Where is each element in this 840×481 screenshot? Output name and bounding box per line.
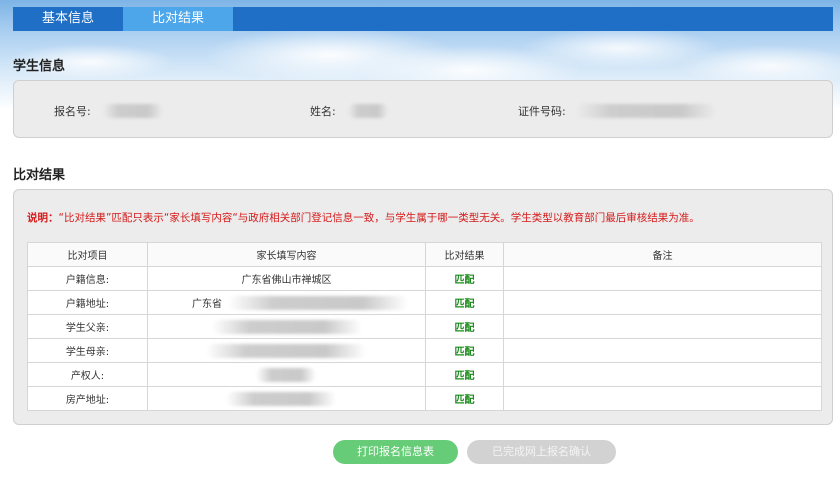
row-remark xyxy=(503,386,822,411)
header-item: 比对项目 xyxy=(27,242,148,267)
id-number-field: 证件号码: xyxy=(518,103,716,119)
mother-redacted xyxy=(206,344,366,358)
table-row: 户籍地址: 广东省 匹配 xyxy=(27,290,822,315)
tab-bar: 基本信息 比对结果 xyxy=(13,7,833,31)
tab-comparison-result[interactable]: 比对结果 xyxy=(123,7,233,31)
name-label: 姓名: xyxy=(310,105,336,118)
row-remark xyxy=(503,338,822,363)
comparison-result-panel: 说明：“比对结果”匹配只表示“家长填写内容“与政府相关部门登记信息一致，与学生属… xyxy=(13,189,833,425)
name-field: 姓名: xyxy=(310,103,388,119)
table-row: 房产地址: 匹配 xyxy=(27,386,822,411)
row-result: 匹配 xyxy=(425,362,504,387)
comparison-table: 比对项目 家长填写内容 比对结果 备注 户籍信息: 广东省佛山市禅城区 匹配 户… xyxy=(27,242,822,411)
registration-number-field: 报名号: xyxy=(54,103,163,119)
table-row: 户籍信息: 广东省佛山市禅城区 匹配 xyxy=(27,266,822,291)
property-address-redacted xyxy=(226,392,336,406)
table-header-row: 比对项目 家长填写内容 比对结果 备注 xyxy=(27,242,822,267)
row-content: 广东省佛山市禅城区 xyxy=(147,266,426,291)
table-row: 产权人: 匹配 xyxy=(27,362,822,387)
row-content xyxy=(147,362,426,387)
registration-number-label: 报名号: xyxy=(54,105,91,118)
comparison-result-title: 比对结果 xyxy=(13,168,66,183)
row-result: 匹配 xyxy=(425,266,504,291)
tab-basic-info[interactable]: 基本信息 xyxy=(13,7,123,31)
row-item: 学生母亲: xyxy=(27,338,148,363)
note-prefix: 说明： xyxy=(27,212,59,224)
comparison-note: 说明：“比对结果”匹配只表示“家长填写内容“与政府相关部门登记信息一致，与学生属… xyxy=(27,210,700,225)
id-number-redacted xyxy=(575,104,716,118)
row-remark xyxy=(503,314,822,339)
table-row: 学生母亲: 匹配 xyxy=(27,338,822,363)
student-info-title: 学生信息 xyxy=(13,59,66,74)
id-number-label: 证件号码: xyxy=(518,105,566,118)
row-result: 匹配 xyxy=(425,290,504,315)
row-content-text: 广东省 xyxy=(192,299,222,310)
row-item: 户籍地址: xyxy=(27,290,148,315)
header-remark: 备注 xyxy=(503,242,822,267)
row-remark xyxy=(503,266,822,291)
registration-number-redacted xyxy=(102,104,163,118)
row-content: 广东省 xyxy=(147,290,426,315)
address-redacted xyxy=(228,296,408,310)
name-redacted xyxy=(347,104,388,118)
row-content xyxy=(147,386,426,411)
row-item: 产权人: xyxy=(27,362,148,387)
student-info-panel: 报名号: 姓名: 证件号码: xyxy=(13,80,833,138)
row-result: 匹配 xyxy=(425,314,504,339)
note-text: “比对结果”匹配只表示“家长填写内容“与政府相关部门登记信息一致，与学生属于哪一… xyxy=(58,212,700,224)
father-redacted xyxy=(212,320,362,334)
row-result: 匹配 xyxy=(425,386,504,411)
row-content xyxy=(147,338,426,363)
online-confirmation-done-button[interactable]: 已完成网上报名确认 xyxy=(467,440,616,464)
row-content xyxy=(147,314,426,339)
row-item: 房产地址: xyxy=(27,386,148,411)
header-content: 家长填写内容 xyxy=(147,242,426,267)
row-item: 学生父亲: xyxy=(27,314,148,339)
table-row: 学生父亲: 匹配 xyxy=(27,314,822,339)
row-remark xyxy=(503,362,822,387)
row-remark xyxy=(503,290,822,315)
row-item: 户籍信息: xyxy=(27,266,148,291)
row-result: 匹配 xyxy=(425,338,504,363)
header-result: 比对结果 xyxy=(425,242,504,267)
print-registration-button[interactable]: 打印报名信息表 xyxy=(333,440,458,464)
owner-redacted xyxy=(256,368,316,382)
